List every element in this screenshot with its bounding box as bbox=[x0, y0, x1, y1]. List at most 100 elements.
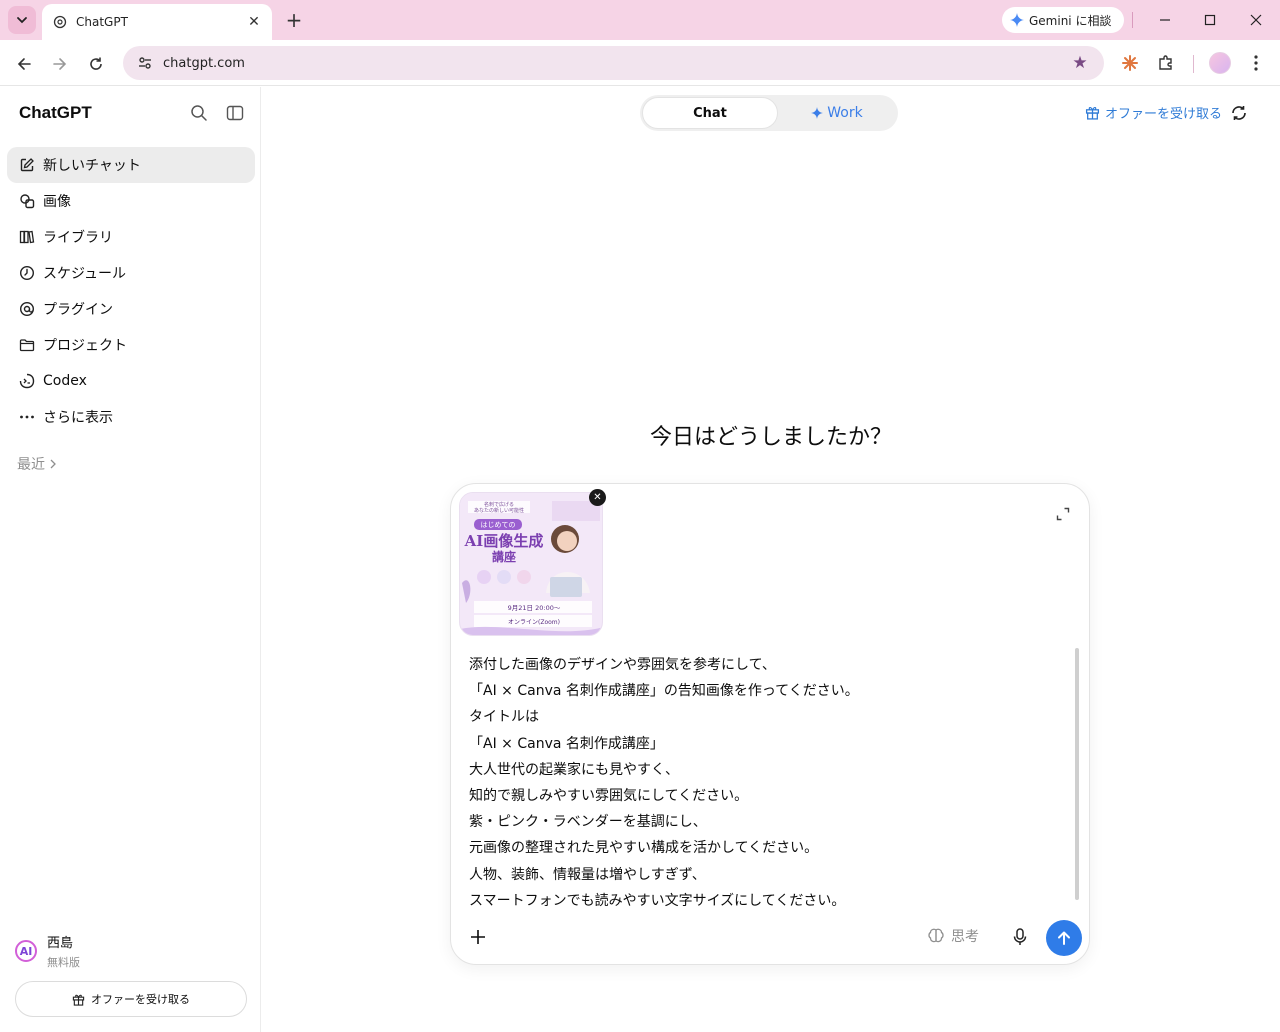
brand-title[interactable]: ChatGPT bbox=[19, 103, 92, 123]
microphone-icon bbox=[1013, 928, 1027, 945]
prompt-input[interactable]: 添付した画像のデザインや雰囲気を参考にして、 「AI × Canva 名刺作成講… bbox=[469, 652, 1059, 914]
avatar: AI bbox=[15, 940, 37, 962]
attached-image-thumbnail[interactable]: 名刺で広げる あなたの新しい可能性 はじめての AI画像生成 講座 9月21日 … bbox=[459, 492, 603, 636]
plugin-icon bbox=[18, 300, 36, 318]
offer-button-label: オファーを受け取る bbox=[91, 993, 190, 1006]
close-tab-icon[interactable]: ✕ bbox=[244, 12, 264, 32]
clock-icon bbox=[18, 264, 36, 282]
sidebar-item-label: プラグイン bbox=[43, 302, 113, 318]
sparkle-icon bbox=[811, 107, 824, 119]
gift-icon bbox=[1085, 107, 1100, 120]
composer: 名刺で広げる あなたの新しい可能性 はじめての AI画像生成 講座 9月21日 … bbox=[450, 483, 1090, 965]
url-text: chatgpt.com bbox=[163, 55, 245, 71]
user-plan: 無料版 bbox=[47, 956, 80, 969]
flyer-badge: はじめての bbox=[481, 521, 516, 529]
recent-label: 最近 bbox=[17, 457, 45, 473]
openai-logo-icon bbox=[52, 14, 68, 30]
sidebar-item-label: 画像 bbox=[43, 194, 71, 210]
forward-button[interactable] bbox=[47, 51, 73, 77]
reload-button[interactable] bbox=[83, 51, 109, 77]
sidebar-item-label: プロジェクト bbox=[43, 338, 127, 354]
send-button[interactable] bbox=[1046, 920, 1082, 956]
toggle-sidebar-button[interactable] bbox=[223, 101, 247, 125]
remove-attachment-button[interactable]: ✕ bbox=[589, 489, 606, 506]
expand-composer-icon[interactable] bbox=[1051, 502, 1075, 526]
sidebar-item-more[interactable]: さらに表示 bbox=[7, 399, 255, 435]
main-content: Chat Work オファーを受け取る 今日はどうしましたか？ 名刺で広げる あ… bbox=[262, 87, 1280, 1032]
user-name: 西島 bbox=[47, 936, 74, 951]
mode-work-button[interactable]: Work bbox=[778, 97, 896, 129]
claude-extension-icon[interactable] bbox=[1118, 51, 1142, 75]
tab-search-button[interactable] bbox=[8, 6, 36, 34]
recent-section-toggle[interactable]: 最近 bbox=[17, 454, 57, 474]
sidebar-item-new-chat[interactable]: 新しいチャット bbox=[7, 147, 255, 183]
new-tab-button[interactable]: + bbox=[282, 8, 306, 32]
reload-icon bbox=[90, 57, 102, 70]
minimize-button[interactable] bbox=[1153, 8, 1177, 32]
close-window-button[interactable] bbox=[1244, 8, 1268, 32]
flyer-venue: オンライン(Zoom) bbox=[508, 619, 560, 626]
prompt-line: 「AI × Canva 名刺作成講座」 bbox=[469, 735, 664, 752]
sidebar-item-schedule[interactable]: スケジュール bbox=[7, 255, 255, 291]
mode-work-label: Work bbox=[827, 105, 863, 121]
maximize-button[interactable] bbox=[1198, 8, 1222, 32]
mode-chat-button[interactable]: Chat bbox=[642, 97, 778, 129]
prompt-line: 紫・ピンク・ラベンダーを基調にし、 bbox=[469, 814, 707, 831]
sidebar-item-label: Codex bbox=[43, 373, 87, 389]
browser-menu-icon[interactable] bbox=[1244, 51, 1268, 75]
maximize-icon bbox=[1204, 14, 1216, 26]
prompt-scrollbar[interactable] bbox=[1074, 642, 1080, 904]
gemini-button[interactable]: Gemini に相談 bbox=[1002, 7, 1124, 33]
site-settings-icon[interactable] bbox=[137, 55, 153, 71]
sidebar-item-codex[interactable]: Codex bbox=[7, 363, 255, 399]
sidebar-item-label: スケジュール bbox=[43, 266, 127, 282]
sidebar-item-projects[interactable]: プロジェクト bbox=[7, 327, 255, 363]
gemini-label: Gemini に相談 bbox=[1029, 13, 1112, 28]
offer-link-label: オファーを受け取る bbox=[1105, 107, 1223, 122]
claim-offer-button[interactable]: オファーを受け取る bbox=[15, 981, 247, 1017]
minimize-icon bbox=[1160, 19, 1170, 21]
dictate-button[interactable] bbox=[1008, 925, 1032, 949]
folder-icon bbox=[18, 336, 36, 354]
codex-icon bbox=[18, 372, 36, 390]
brain-icon bbox=[928, 928, 944, 943]
back-button[interactable] bbox=[11, 51, 37, 77]
sidebar-item-library[interactable]: ライブラリ bbox=[7, 219, 255, 255]
gemini-sparkle-icon bbox=[1010, 13, 1024, 27]
browser-tab-chatgpt[interactable]: ChatGPT ✕ bbox=[42, 4, 272, 40]
close-icon bbox=[1250, 14, 1262, 26]
toolbar-divider bbox=[1193, 55, 1194, 73]
sidebar: ChatGPT 新しいチャット 画像 ライブラリ スケジュール プラグイン プロ… bbox=[0, 87, 261, 1032]
image-icon bbox=[18, 192, 36, 210]
search-icon bbox=[191, 105, 207, 121]
sidebar-toggle-icon bbox=[226, 105, 244, 121]
prompt-line: 人物、装飾、情報量は増やしすぎず、 bbox=[469, 866, 706, 883]
scrollbar-thumb[interactable] bbox=[1075, 648, 1079, 900]
sidebar-item-plugins[interactable]: プラグイン bbox=[7, 291, 255, 327]
think-label: 思考 bbox=[951, 929, 979, 945]
temporary-chat-icon[interactable] bbox=[1227, 101, 1251, 125]
browser-titlebar: ChatGPT ✕ + Gemini に相談 bbox=[0, 0, 1280, 40]
prompt-line: スマートフォンでも読みやすい文字サイズにしてください。 bbox=[469, 892, 846, 909]
arrow-left-icon bbox=[17, 58, 31, 70]
titlebar-divider bbox=[1132, 12, 1133, 28]
profile-avatar[interactable] bbox=[1209, 52, 1231, 74]
extensions-puzzle-icon[interactable] bbox=[1154, 51, 1178, 75]
bookmark-star-icon[interactable]: ★ bbox=[1068, 51, 1092, 75]
search-button[interactable] bbox=[187, 101, 211, 125]
plus-icon bbox=[471, 930, 485, 944]
sidebar-item-images[interactable]: 画像 bbox=[7, 183, 255, 219]
flyer-date: 9月21日 20:00〜 bbox=[508, 604, 561, 612]
tab-title: ChatGPT bbox=[76, 15, 128, 29]
add-attachment-button[interactable] bbox=[465, 924, 491, 950]
flyer-tagline-1: 名刺で広げる bbox=[484, 501, 514, 508]
chevron-down-icon bbox=[17, 17, 27, 24]
address-bar[interactable]: chatgpt.com ★ bbox=[123, 46, 1104, 80]
prompt-line: 添付した画像のデザインや雰囲気を参考にして、 bbox=[469, 657, 776, 673]
prompt-line: 大人世代の起業家にも見やすく、 bbox=[469, 761, 679, 778]
think-button[interactable]: 思考 bbox=[927, 926, 979, 946]
claim-offer-link[interactable]: オファーを受け取る bbox=[1085, 103, 1222, 122]
mode-switch: Chat Work bbox=[640, 95, 898, 131]
greeting-heading: 今日はどうしましたか？ bbox=[649, 425, 892, 450]
user-account[interactable]: AI 西島 無料版 bbox=[15, 932, 80, 970]
